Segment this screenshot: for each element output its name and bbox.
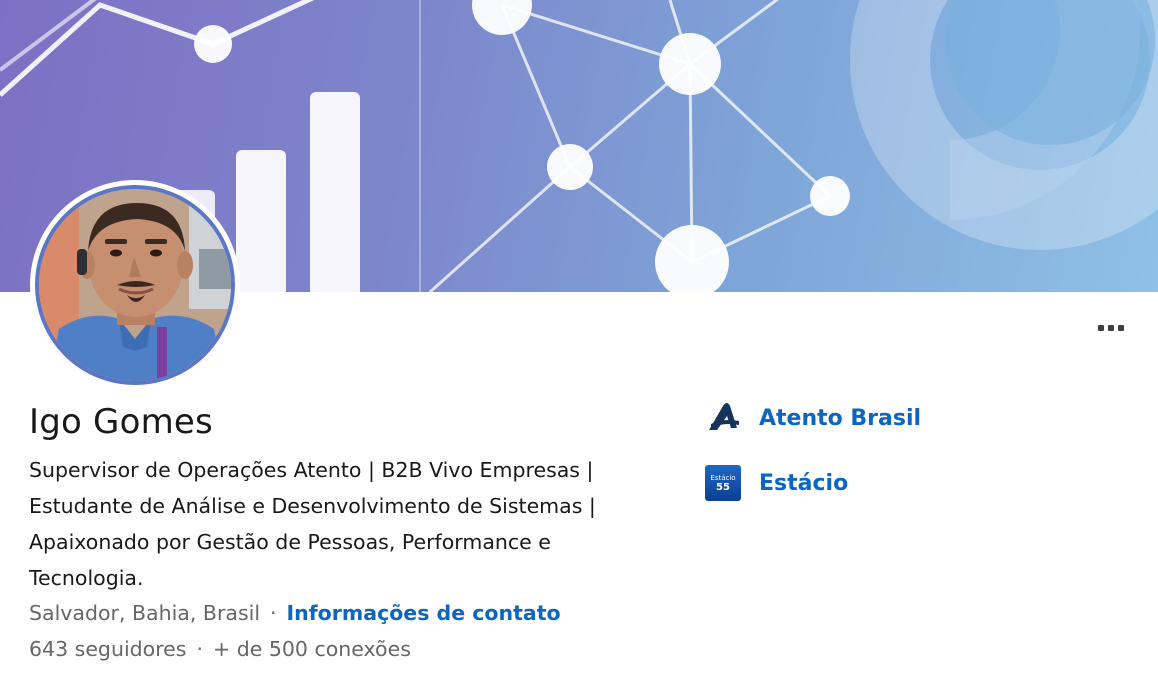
profile-headline: Supervisor de Operações Atento | B2B Viv… xyxy=(29,458,596,590)
separator-dot: · xyxy=(196,637,203,661)
avatar-portrait-graphic xyxy=(39,189,231,381)
network-stats: 643 seguidores · + de 500 conexões xyxy=(29,634,411,664)
profile-avatar[interactable] xyxy=(35,185,235,385)
contact-info-link[interactable]: Informações de contato xyxy=(287,601,561,625)
estacio-logo: Estácio 55 xyxy=(705,465,741,501)
location-line: Salvador, Bahia, Brasil · Informações de c… xyxy=(29,598,561,628)
org-atento-brasil[interactable]: Atento Brasil xyxy=(705,400,921,436)
atento-logo-mark xyxy=(709,403,739,430)
org-estacio[interactable]: Estácio 55 Estácio xyxy=(705,465,848,501)
connections-count[interactable]: + de 500 conexões xyxy=(213,637,411,661)
profile-name: Igo Gomes xyxy=(29,402,213,442)
org-name-estacio[interactable]: Estácio xyxy=(759,471,848,496)
atento-logo xyxy=(705,400,741,436)
more-horizontal-icon xyxy=(1098,325,1104,331)
followers-count[interactable]: 643 seguidores xyxy=(29,637,186,661)
more-horizontal-icon xyxy=(1118,325,1124,331)
org-name-atento[interactable]: Atento Brasil xyxy=(759,406,921,431)
separator-dot: · xyxy=(270,601,277,625)
profile-location: Salvador, Bahia, Brasil xyxy=(29,601,261,625)
more-actions-button[interactable] xyxy=(1088,312,1134,344)
more-horizontal-icon xyxy=(1108,325,1114,331)
profile-photo-frame[interactable] xyxy=(30,180,240,390)
estacio-logo-number: 55 xyxy=(716,481,730,493)
estacio-logo-text: Estácio xyxy=(710,473,736,482)
